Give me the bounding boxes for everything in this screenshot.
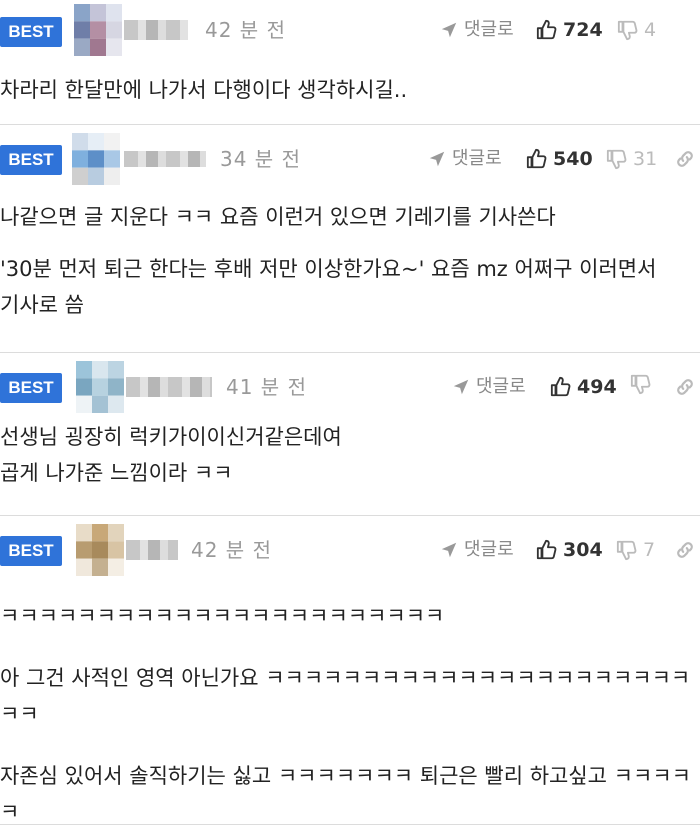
comment-text: 나같으면 글 지운다 ㅋㅋ 요즘 이런거 있으면 기레기를 기사쓴다 bbox=[0, 205, 556, 229]
comment-text: '30분 먼저 퇴근 한다는 후배 저만 이상한가요~' 요즘 mz 어쩌구 이… bbox=[0, 257, 664, 317]
like-button[interactable]: 540 bbox=[526, 145, 593, 173]
link-icon[interactable] bbox=[674, 539, 696, 561]
thumbs-down-icon bbox=[616, 540, 637, 561]
reply-button[interactable]: 댓글로 bbox=[440, 536, 514, 564]
dislike-button[interactable]: 31 bbox=[606, 145, 657, 173]
thumbs-down-icon bbox=[630, 374, 651, 395]
like-count: 494 bbox=[577, 376, 617, 398]
comment-time: 42 분 전 bbox=[191, 538, 272, 562]
avatar[interactable] bbox=[74, 4, 122, 56]
comment-body: 나같으면 글 지운다 ㅋㅋ 요즘 이런거 있으면 기레기를 기사쓴다 '30분 … bbox=[0, 199, 700, 323]
thumbs-up-icon bbox=[526, 148, 547, 169]
like-count: 304 bbox=[563, 539, 603, 561]
best-badge: BEST bbox=[0, 536, 62, 566]
comment-meta: BEST 42 분 전 댓글로 724 4 bbox=[0, 0, 700, 56]
comment-item: BEST 34 분 전 댓글로 540 31 나같으면 글 지운다 ㅋㅋ 요즘 … bbox=[0, 125, 700, 353]
thumbs-up-icon bbox=[550, 376, 571, 397]
dislike-button[interactable] bbox=[630, 373, 657, 395]
avatar[interactable] bbox=[72, 133, 120, 185]
avatar[interactable] bbox=[76, 524, 124, 576]
link-icon[interactable] bbox=[674, 376, 696, 398]
comment-body: ㅋㅋㅋㅋㅋㅋㅋㅋㅋㅋㅋㅋㅋㅋㅋㅋㅋㅋㅋㅋㅋㅋㅋ 아 그건 사적인 영역 아닌가요… bbox=[0, 598, 700, 830]
comment-time: 42 분 전 bbox=[205, 18, 286, 42]
comment-time: 34 분 전 bbox=[220, 147, 301, 171]
link-icon[interactable] bbox=[674, 148, 696, 170]
thumbs-down-icon bbox=[606, 149, 627, 170]
send-arrow-icon bbox=[441, 22, 457, 38]
comment-text: 자존심 있어서 솔직하기는 싫고 ㅋㅋㅋㅋㅋㅋㅋ 퇴근은 빨리 하고싶고 ㅋㅋㅋ… bbox=[0, 764, 691, 824]
comment-item: BEST 42 분 전 댓글로 724 4 차라리 한달만에 나가서 다행이다 … bbox=[0, 0, 700, 125]
like-count: 724 bbox=[563, 19, 603, 41]
comment-item: BEST 42 분 전 댓글로 304 7 ㅋㅋㅋㅋㅋㅋㅋㅋㅋㅋㅋㅋㅋㅋㅋㅋㅋㅋ… bbox=[0, 516, 700, 825]
comment-body: 선생님 굉장히 럭키가이이신거같은데여 곱게 나가준 느낌이라 ㅋㅋ bbox=[0, 419, 700, 491]
dislike-button[interactable]: 4 bbox=[617, 16, 656, 44]
like-button[interactable]: 724 bbox=[536, 16, 603, 44]
avatar[interactable] bbox=[76, 361, 124, 413]
reply-label: 댓글로 bbox=[476, 376, 526, 397]
best-badge: BEST bbox=[0, 373, 62, 403]
nickname[interactable] bbox=[124, 151, 206, 167]
comment-text: 아 그건 사적인 영역 아닌가요 ㅋㅋㅋㅋㅋㅋㅋㅋㅋㅋㅋㅋㅋㅋㅋㅋㅋㅋㅋㅋㅋㅋㅋ… bbox=[0, 666, 691, 726]
like-button[interactable]: 304 bbox=[536, 536, 603, 564]
like-count: 540 bbox=[553, 148, 593, 170]
comment-text: 차라리 한달만에 나가서 다행이다 생각하시길.. bbox=[0, 78, 408, 102]
thumbs-down-icon bbox=[617, 20, 638, 41]
nickname[interactable] bbox=[126, 377, 212, 397]
dislike-count: 7 bbox=[643, 539, 656, 561]
comment-meta: BEST 42 분 전 댓글로 304 7 bbox=[0, 516, 700, 578]
comment-meta: BEST 34 분 전 댓글로 540 31 bbox=[0, 125, 700, 187]
reply-label: 댓글로 bbox=[452, 148, 502, 169]
best-badge: BEST bbox=[0, 17, 62, 47]
comment-text: ㅋㅋㅋㅋㅋㅋㅋㅋㅋㅋㅋㅋㅋㅋㅋㅋㅋㅋㅋㅋㅋㅋㅋ bbox=[0, 604, 445, 628]
thumbs-up-icon bbox=[536, 19, 557, 40]
comment-body: 차라리 한달만에 나가서 다행이다 생각하시길.. bbox=[0, 72, 700, 108]
send-arrow-icon bbox=[441, 542, 457, 558]
dislike-count: 4 bbox=[644, 19, 657, 41]
like-button[interactable]: 494 bbox=[550, 373, 617, 401]
reply-label: 댓글로 bbox=[464, 19, 514, 40]
send-arrow-icon bbox=[429, 151, 445, 167]
thumbs-up-icon bbox=[536, 539, 557, 560]
comment-text: 선생님 굉장히 럭키가이이신거같은데여 곱게 나가준 느낌이라 ㅋㅋ bbox=[0, 425, 342, 485]
reply-label: 댓글로 bbox=[464, 539, 514, 560]
nickname[interactable] bbox=[126, 540, 178, 560]
reply-button[interactable]: 댓글로 bbox=[428, 145, 502, 173]
best-badge: BEST bbox=[0, 145, 62, 175]
reply-button[interactable]: 댓글로 bbox=[452, 373, 526, 401]
comment-meta: BEST 41 분 전 댓글로 494 bbox=[0, 353, 700, 415]
comment-item: BEST 41 분 전 댓글로 494 선생님 굉장히 럭키가이이신거같은데여 … bbox=[0, 353, 700, 516]
dislike-button[interactable]: 7 bbox=[616, 536, 655, 564]
reply-button[interactable]: 댓글로 bbox=[440, 16, 514, 44]
comment-time: 41 분 전 bbox=[226, 375, 307, 399]
send-arrow-icon bbox=[453, 379, 469, 395]
nickname[interactable] bbox=[124, 20, 188, 40]
dislike-count: 31 bbox=[633, 148, 658, 170]
